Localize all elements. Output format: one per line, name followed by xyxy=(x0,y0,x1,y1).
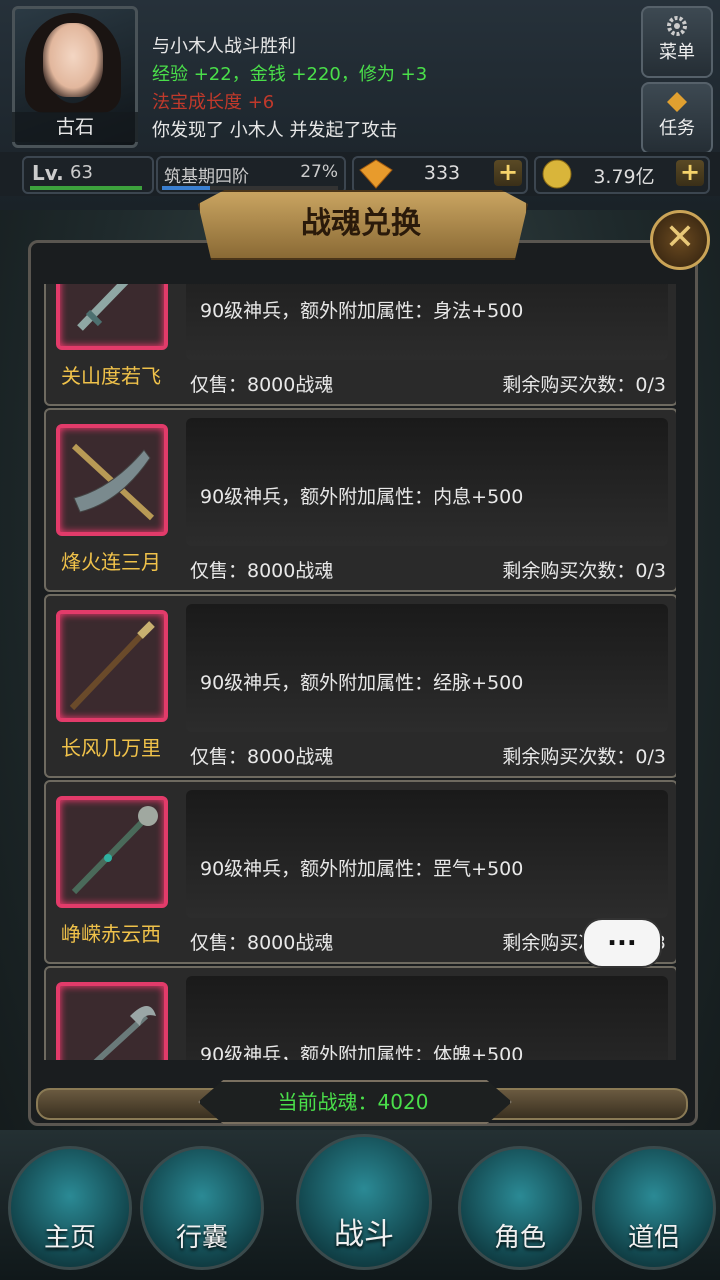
nav-bag[interactable]: 行囊 xyxy=(140,1146,264,1270)
nav-battle-label: 战斗 xyxy=(334,1217,394,1252)
realm-progress: 27% xyxy=(300,162,338,182)
item-icon-slot[interactable] xyxy=(56,610,168,722)
nav-companion-label: 道侣 xyxy=(627,1223,680,1253)
item-remaining: 剩余购买次数：0/3 xyxy=(502,374,666,396)
log-line-artifact: 法宝成长度 +6 xyxy=(152,92,275,113)
current-souls-label: 当前战魂：4020 xyxy=(277,1090,429,1114)
item-name: 峥嵘赤云西 xyxy=(61,922,161,946)
nav-character[interactable]: 角色 xyxy=(458,1146,582,1270)
nav-battle[interactable]: 战斗 xyxy=(296,1134,432,1270)
log-line-battle: 与小木人战斗胜利 xyxy=(152,36,296,57)
item-icon-slot[interactable] xyxy=(56,796,168,908)
nav-character-label: 角色 xyxy=(493,1223,546,1253)
item-name: 长风几万里 xyxy=(61,736,161,760)
menu-button[interactable]: 菜单 xyxy=(641,6,713,78)
list-item[interactable]: 90级神兵，额外附加属性：体魄+500 xyxy=(44,966,676,1060)
item-price: 仅售：8000战魂 xyxy=(190,932,334,954)
realm-name: 筑基期四阶 xyxy=(164,167,249,187)
realm-progress-track xyxy=(162,186,338,190)
task-label: 任务 xyxy=(659,118,695,139)
gem-display: 333 + xyxy=(352,156,528,194)
reward-exp: 经验 +22 xyxy=(152,64,232,85)
gem-icon xyxy=(359,159,393,189)
level-prefix: Lv. xyxy=(32,161,64,185)
close-x-icon: ✕ xyxy=(664,217,696,258)
gold-amount: 3.79亿 xyxy=(593,166,655,188)
list-item[interactable]: 关山度若飞 90级神兵，额外附加属性：身法+500 仅售：8000战魂 剩余购买… xyxy=(44,284,676,406)
realm-display: 筑基期四阶 27% xyxy=(156,156,346,194)
close-button[interactable]: ✕ xyxy=(650,210,710,270)
nav-companion[interactable]: 道侣 xyxy=(592,1146,716,1270)
crossed-blades-icon xyxy=(71,443,155,521)
gem-count: 333 xyxy=(423,162,461,184)
item-icon-slot[interactable] xyxy=(56,284,168,350)
spear-icon xyxy=(69,621,155,711)
dragon-staff-icon xyxy=(93,1006,156,1060)
realm-progress-fill xyxy=(162,186,210,190)
chat-ellipsis: ... xyxy=(607,922,637,952)
item-price: 仅售：8000战魂 xyxy=(190,746,334,768)
gear-icon xyxy=(667,16,687,36)
nav-home[interactable]: 主页 xyxy=(8,1146,132,1270)
task-button[interactable]: 任务 xyxy=(641,82,713,154)
item-remaining: 剩余购买次数：0/3 xyxy=(502,746,666,768)
item-icon-slot[interactable] xyxy=(56,982,168,1060)
list-item[interactable]: 烽火连三月 90级神兵，额外附加属性：内息+500 仅售：8000战魂 剩余购买… xyxy=(44,408,676,592)
chat-bubble-button[interactable]: ... xyxy=(582,918,662,968)
reward-separator: ， xyxy=(340,64,359,85)
task-diamond-icon xyxy=(667,92,687,112)
level-display: Lv. 63 xyxy=(22,156,154,194)
item-description: 90级神兵，额外附加属性：身法+500 xyxy=(200,300,524,322)
reward-separator: ， xyxy=(231,64,250,85)
panel-title: 战魂兑换 xyxy=(301,206,421,241)
log-line-encounter: 你发现了 小木人 并发起了攻击 xyxy=(152,120,398,141)
nav-home-label: 主页 xyxy=(43,1223,96,1253)
gold-display: 3.79亿 + xyxy=(534,156,710,194)
reward-cultivation: 修为 +3 xyxy=(358,64,428,85)
reward-money: 金钱 +220 xyxy=(249,64,341,85)
player-name: 古石 xyxy=(12,112,138,142)
log-line-rewards: 经验 +22，金钱 +220，修为 +3 xyxy=(152,60,427,86)
level-value: 63 xyxy=(70,162,93,183)
item-price: 仅售：8000战魂 xyxy=(190,374,334,396)
item-description: 90级神兵，额外附加属性：罡气+500 xyxy=(200,858,524,880)
staff-icon xyxy=(71,806,158,895)
item-description: 90级神兵，额外附加属性：体魄+500 xyxy=(200,1044,524,1060)
list-item[interactable]: 长风几万里 90级神兵，额外附加属性：经脉+500 仅售：8000战魂 剩余购买… xyxy=(44,594,676,778)
item-remaining: 剩余购买次数：0/3 xyxy=(502,560,666,582)
gold-add-button[interactable]: + xyxy=(676,160,704,186)
item-price: 仅售：8000战魂 xyxy=(190,560,334,582)
item-description: 90级神兵，额外附加属性：经脉+500 xyxy=(200,672,524,694)
gem-add-button[interactable]: + xyxy=(494,160,522,186)
level-exp-bar xyxy=(30,186,142,190)
sword-icon xyxy=(77,284,129,331)
nav-bag-label: 行囊 xyxy=(175,1223,228,1253)
item-name: 关山度若飞 xyxy=(61,364,161,388)
item-description: 90级神兵，额外附加属性：内息+500 xyxy=(200,486,524,508)
menu-label: 菜单 xyxy=(659,42,695,63)
gold-coin-icon xyxy=(542,159,572,189)
item-icon-slot[interactable] xyxy=(56,424,168,536)
item-name: 烽火连三月 xyxy=(61,550,161,574)
